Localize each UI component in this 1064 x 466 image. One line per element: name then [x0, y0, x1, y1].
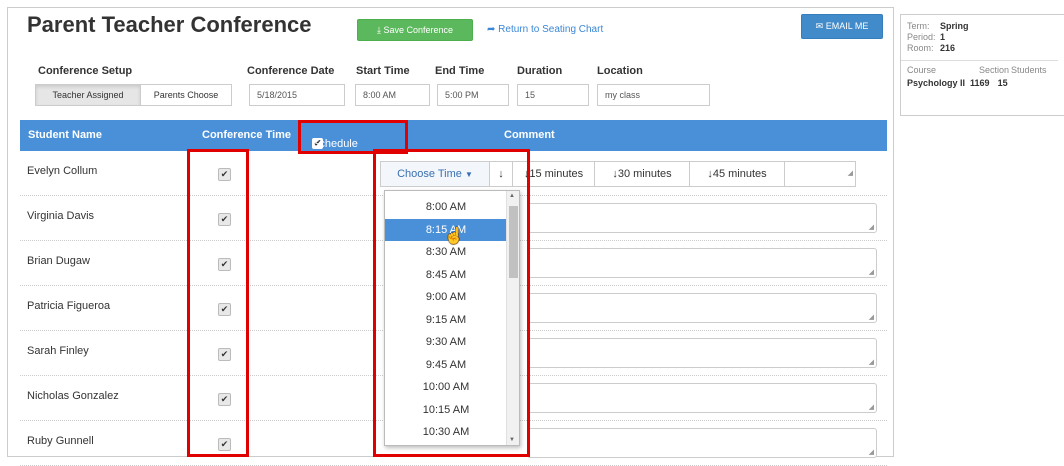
page-title: Parent Teacher Conference — [27, 12, 312, 37]
period-value: 1 — [940, 32, 946, 42]
end-time-input[interactable]: 5:00 PM — [437, 84, 509, 106]
duration-label: Duration — [517, 65, 563, 77]
resize-grip-icon[interactable]: ◢ — [869, 358, 874, 366]
start-time-label: Start Time — [356, 65, 410, 77]
conference-date-label: Conference Date — [247, 65, 335, 77]
location-label: Location — [597, 65, 643, 77]
comment-textarea[interactable]: ◢ — [527, 338, 877, 368]
add-45-minutes-button[interactable]: ↓45 minutes — [689, 161, 785, 187]
period-label: Period: — [907, 32, 936, 42]
term-value: Spring — [940, 21, 969, 31]
conference-date-input[interactable]: 5/18/2015 — [249, 84, 345, 106]
end-time-label: End Time — [435, 65, 485, 77]
resize-grip-icon[interactable]: ◢ — [869, 268, 874, 276]
duration-input[interactable]: 15 — [517, 84, 589, 106]
email-me-label: EMAIL ME — [825, 21, 869, 31]
add-30-minutes-button[interactable]: ↓30 minutes — [594, 161, 690, 187]
student-name: Ruby Gunnell — [27, 435, 94, 447]
comment-header: Comment — [504, 129, 555, 141]
comment-textarea[interactable]: ◢ — [527, 248, 877, 278]
add-15-label: 15 minutes — [529, 168, 584, 180]
conference-time-header: Conference Time — [202, 129, 292, 141]
envelope-icon: ✉ — [815, 21, 824, 31]
return-to-seating-chart-link[interactable]: ➦ Return to Seating Chart — [487, 24, 603, 35]
parents-choose-toggle[interactable]: Parents Choose — [140, 84, 232, 106]
section-value: 1169 — [970, 78, 990, 88]
location-input[interactable]: my class — [597, 84, 710, 106]
conference-setup-label: Conference Setup — [38, 65, 133, 77]
student-name: Evelyn Collum — [27, 165, 98, 177]
resize-grip-icon[interactable]: ◢ — [848, 162, 853, 186]
comment-textarea[interactable]: ◢ — [527, 383, 877, 413]
resize-grip-icon[interactable]: ◢ — [869, 403, 874, 411]
section-label: Section — [979, 65, 1010, 75]
resize-grip-icon[interactable]: ◢ — [869, 223, 874, 231]
save-conference-button[interactable]: ⤓ Save Conference — [357, 19, 473, 41]
room-value: 216 — [940, 43, 956, 53]
student-name: Virginia Davis — [27, 210, 95, 222]
table-header: Student Name Conference Time ✔ Schedule … — [20, 120, 887, 162]
comment-textarea[interactable]: ◢ — [527, 293, 877, 323]
save-conference-label: Save Conference — [383, 25, 454, 35]
term-label: Term: — [907, 21, 930, 31]
arrow-right-icon: ➦ — [487, 24, 496, 35]
course-value: Psychology II — [907, 78, 966, 88]
resize-grip-icon[interactable]: ◢ — [869, 313, 874, 321]
highlight-checkbox-column — [187, 149, 249, 457]
comment-textarea[interactable]: ◢ — [527, 428, 877, 458]
course-label: Course — [907, 65, 937, 75]
room-label: Room: — [907, 43, 934, 53]
comment-textarea[interactable]: ◢ — [784, 161, 856, 187]
students-label: Students — [1011, 65, 1047, 75]
students-value: 15 — [997, 78, 1008, 88]
student-name-header: Student Name — [28, 129, 102, 141]
student-name: Brian Dugaw — [27, 255, 90, 267]
student-name: Sarah Finley — [27, 345, 89, 357]
add-30-label: 30 minutes — [617, 168, 672, 180]
student-name: Nicholas Gonzalez — [27, 390, 119, 402]
start-time-input[interactable]: 8:00 AM — [355, 84, 430, 106]
student-name: Patricia Figueroa — [27, 300, 111, 312]
save-icon: ⤓ — [376, 25, 381, 35]
resize-grip-icon[interactable]: ◢ — [869, 448, 874, 456]
class-info-panel: Term: Spring Period: 1 Room: 216 Course Sect… — [900, 14, 1064, 116]
highlight-time-dropdown — [373, 149, 530, 457]
email-me-button[interactable]: ✉ EMAIL ME — [801, 14, 883, 39]
return-label: Return to Seating Chart — [498, 24, 604, 35]
add-45-label: 45 minutes — [712, 168, 767, 180]
teacher-assigned-toggle[interactable]: Teacher Assigned — [35, 84, 141, 106]
comment-textarea[interactable]: ◢ — [527, 203, 877, 233]
